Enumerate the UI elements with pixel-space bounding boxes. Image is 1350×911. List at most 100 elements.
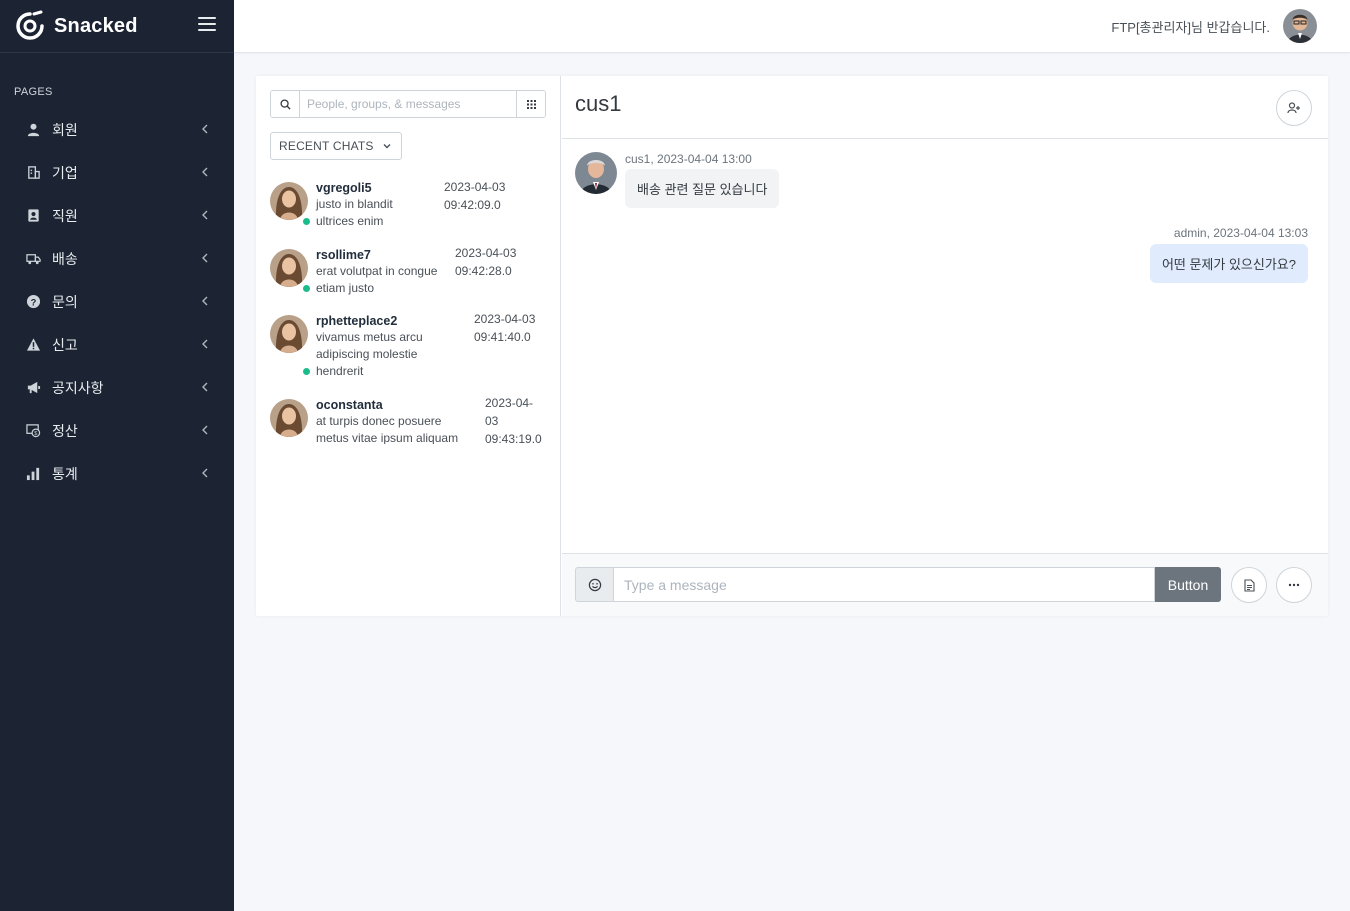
sidebar-item-settlement[interactable]: $ 정산 bbox=[0, 409, 234, 452]
file-icon bbox=[1243, 578, 1255, 592]
message-bubble-sent: 어떤 문제가 있으신가요? bbox=[1149, 244, 1308, 283]
chevron-left-icon bbox=[202, 468, 208, 478]
chevron-left-icon bbox=[202, 339, 208, 349]
user-avatar[interactable] bbox=[1283, 9, 1317, 43]
brand-name: Snacked bbox=[54, 14, 138, 37]
chevron-down-icon bbox=[383, 144, 391, 149]
more-options-button[interactable] bbox=[1276, 567, 1312, 603]
sidebar-nav: 회원 기업 직원 배송 ? 문의 신고 공지사항 $ 정산 통계 bbox=[0, 108, 234, 495]
search-icon[interactable] bbox=[271, 91, 300, 117]
chevron-left-icon bbox=[202, 210, 208, 220]
brand-logo-icon bbox=[16, 10, 44, 40]
composer-group: Button bbox=[575, 567, 1221, 602]
chat-preview-line: hendrerit bbox=[303, 363, 423, 380]
more-horizontal-icon bbox=[1288, 583, 1300, 587]
attach-file-button[interactable] bbox=[1231, 567, 1267, 603]
chat-preview-line: at turpis donec posuere bbox=[316, 414, 442, 428]
recent-chats-dropdown[interactable]: RECENT CHATS bbox=[270, 132, 402, 160]
chat-list-item[interactable]: vgregoli5 justo in blandit ultrices enim… bbox=[270, 180, 550, 240]
sidebar-item-reports[interactable]: 신고 bbox=[0, 323, 234, 366]
avatar bbox=[270, 249, 308, 287]
chat-name: vgregoli5 bbox=[316, 181, 372, 195]
topbar: FTP[총관리자]님 반갑습니다. bbox=[234, 0, 1350, 53]
brand: Snacked bbox=[0, 0, 234, 53]
chevron-left-icon bbox=[202, 167, 208, 177]
chat-body: rsollime7 erat volutpat in congue etiam … bbox=[303, 247, 438, 297]
emoji-button[interactable] bbox=[575, 567, 613, 602]
chat-list-item[interactable]: rphetteplace2 vivamus metus arcu adipisc… bbox=[270, 312, 550, 389]
sidebar-item-label: 문의 bbox=[52, 293, 78, 310]
chat-name: oconstanta bbox=[316, 398, 383, 412]
message-composer: Button bbox=[562, 553, 1328, 616]
chat-time: 2023-04- 03 09:43:19.0 bbox=[485, 396, 542, 444]
message-bubble-received: 배송 관련 질문 있습니다 bbox=[625, 169, 780, 208]
truck-icon bbox=[25, 251, 41, 267]
online-status-dot bbox=[303, 218, 310, 225]
sidebar-item-label: 기업 bbox=[52, 164, 78, 181]
sidebar-section-header: PAGES bbox=[14, 86, 53, 98]
chat-preview-line: erat volutpat in congue bbox=[316, 264, 438, 278]
recent-chats-label: RECENT CHATS bbox=[279, 139, 374, 153]
conversation-title: cus1 bbox=[575, 91, 622, 116]
warning-icon bbox=[25, 337, 41, 353]
grid-icon[interactable] bbox=[516, 91, 545, 117]
search-input[interactable] bbox=[300, 91, 516, 117]
bar-chart-icon bbox=[25, 466, 41, 482]
user-icon bbox=[25, 122, 41, 138]
chevron-left-icon bbox=[202, 296, 208, 306]
sidebar-item-notices[interactable]: 공지사항 bbox=[0, 366, 234, 409]
chat-name: rphetteplace2 bbox=[316, 314, 398, 328]
sidebar-item-companies[interactable]: 기업 bbox=[0, 151, 234, 194]
chevron-left-icon bbox=[202, 253, 208, 263]
sidebar-item-members[interactable]: 회원 bbox=[0, 108, 234, 151]
message-input[interactable] bbox=[613, 567, 1155, 602]
sidebar-item-staff[interactable]: 직원 bbox=[0, 194, 234, 237]
sidebar-item-label: 배송 bbox=[52, 250, 78, 267]
chat-body: vgregoli5 justo in blandit ultrices enim bbox=[303, 180, 393, 230]
chat-list: vgregoli5 justo in blandit ultrices enim… bbox=[270, 180, 550, 444]
avatar bbox=[270, 182, 308, 220]
search-group bbox=[270, 90, 546, 118]
sidebar-item-delivery[interactable]: 배송 bbox=[0, 237, 234, 280]
add-user-button[interactable] bbox=[1276, 90, 1312, 126]
chat-body: oconstanta at turpis donec posuere metus… bbox=[316, 397, 458, 444]
send-button[interactable]: Button bbox=[1155, 567, 1221, 602]
chat-list-item[interactable]: rsollime7 erat volutpat in congue etiam … bbox=[270, 246, 550, 307]
avatar bbox=[575, 152, 617, 194]
menu-toggle-icon[interactable] bbox=[198, 17, 216, 33]
sidebar-item-inquiries[interactable]: ? 문의 bbox=[0, 280, 234, 323]
conversation-header: cus1 bbox=[562, 76, 1328, 139]
conversation-pane: cus1 cus1, 2023-04-04 13:00 배송 관련 질문 있습니… bbox=[562, 76, 1328, 616]
building-icon bbox=[25, 165, 41, 181]
add-user-icon bbox=[1287, 102, 1300, 114]
sidebar-item-label: 정산 bbox=[52, 422, 78, 439]
chat-list-item[interactable]: oconstanta at turpis donec posuere metus… bbox=[270, 396, 550, 444]
online-status-dot bbox=[303, 368, 310, 375]
question-circle-icon: ? bbox=[25, 294, 41, 310]
chevron-left-icon bbox=[202, 425, 208, 435]
svg-text:?: ? bbox=[30, 297, 36, 307]
smile-icon bbox=[588, 578, 601, 591]
sidebar-item-statistics[interactable]: 통계 bbox=[0, 452, 234, 495]
megaphone-icon bbox=[25, 380, 41, 396]
chat-preview-line: adipiscing molestie bbox=[316, 347, 418, 361]
sidebar-item-label: 공지사항 bbox=[52, 379, 104, 396]
chevron-left-icon bbox=[202, 124, 208, 134]
chat-name: rsollime7 bbox=[316, 248, 371, 262]
sidebar: Snacked PAGES 회원 기업 직원 배송 ? 문의 신고 공지사항 $… bbox=[0, 0, 234, 911]
chevron-left-icon bbox=[202, 382, 208, 392]
greeting-text: FTP[총관리자]님 반갑습니다. bbox=[1111, 20, 1270, 35]
sidebar-item-label: 회원 bbox=[52, 121, 78, 138]
online-status-dot bbox=[303, 285, 310, 292]
chat-time: 2023-04-03 09:42:09.0 bbox=[444, 180, 506, 212]
chat-preview-line: metus vitae ipsum aliquam bbox=[316, 431, 459, 444]
id-badge-icon bbox=[25, 208, 41, 224]
chat-preview-line: etiam justo bbox=[303, 280, 437, 297]
avatar bbox=[270, 315, 308, 353]
chat-card: RECENT CHATS vgregoli5 justo in blandit … bbox=[256, 76, 1328, 616]
message-meta: cus1, 2023-04-04 13:00 bbox=[625, 152, 752, 166]
chat-preview-line: ultrices enim bbox=[303, 213, 393, 230]
avatar bbox=[270, 399, 308, 437]
chat-time: 2023-04-03 09:41:40.0 bbox=[474, 312, 536, 344]
message-meta: admin, 2023-04-04 13:03 bbox=[1173, 226, 1308, 240]
